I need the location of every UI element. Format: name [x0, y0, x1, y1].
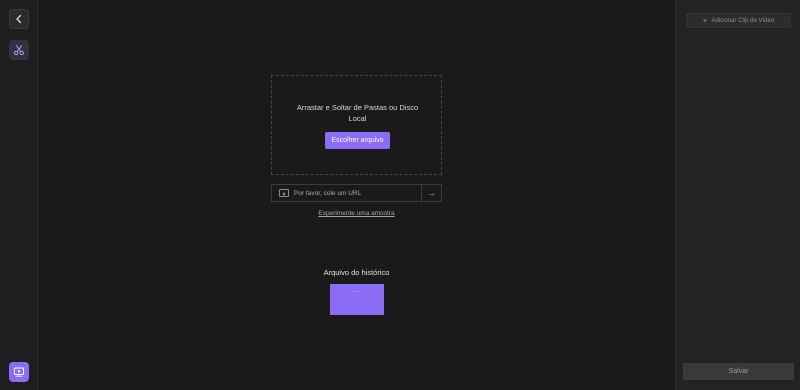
url-input[interactable]: [294, 186, 420, 200]
file-dropzone[interactable]: Arrastar e Soltar de Pastas ou Disco Loc…: [271, 75, 442, 175]
back-button[interactable]: [9, 9, 29, 29]
save-button[interactable]: Salvar: [683, 363, 794, 380]
history-title: Arquivo do histórico: [323, 268, 390, 277]
arrow-right-icon: →: [427, 188, 436, 198]
media-icon: [14, 367, 24, 377]
choose-file-button[interactable]: Escolher arquivo: [325, 132, 390, 149]
right-panel: + Adicionar Clip de Vídeo Salvar: [675, 0, 800, 390]
left-sidebar: [0, 0, 38, 390]
link-icon: [279, 189, 289, 197]
cut-tool-button[interactable]: [9, 40, 29, 60]
url-bar: →: [271, 184, 442, 202]
dropzone-text: Arrastar e Soltar de Pastas ou Disco Loc…: [296, 103, 419, 123]
add-clip-label: Adicionar Clip de Vídeo: [711, 17, 775, 24]
media-library-button[interactable]: [9, 362, 29, 382]
plus-icon: +: [702, 15, 708, 25]
chevron-left-icon: [16, 14, 22, 24]
app-window: Arrastar e Soltar de Pastas ou Disco Loc…: [0, 0, 800, 390]
add-video-clip-button[interactable]: + Adicionar Clip de Vídeo: [686, 13, 791, 28]
history-thumb-label: ···: [353, 289, 361, 295]
url-submit-button[interactable]: →: [421, 185, 441, 201]
history-file-thumbnail[interactable]: ···: [330, 284, 384, 315]
try-sample-link[interactable]: Experimente uma amostra: [271, 210, 442, 217]
scissors-icon: [14, 45, 24, 56]
